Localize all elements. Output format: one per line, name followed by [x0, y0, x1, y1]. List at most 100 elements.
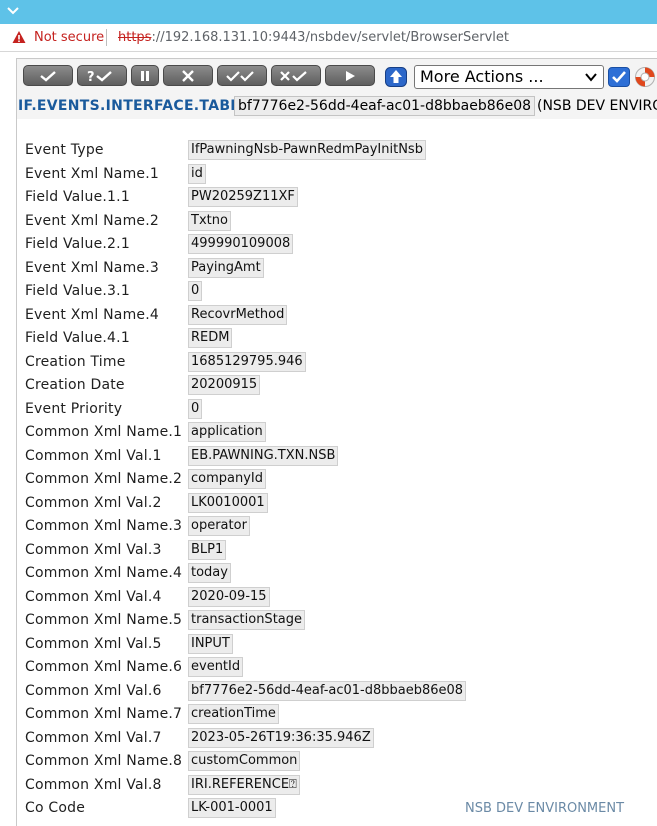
url-text[interactable]: https://192.168.131.10:9443/nsbdev/servl… — [118, 30, 509, 45]
field-value[interactable]: today — [188, 563, 231, 583]
field-value[interactable]: 499990109008 — [188, 234, 294, 254]
field-value[interactable]: 2023-05-26T19:36:35.946Z — [188, 727, 374, 748]
field-value[interactable]: INPUT — [188, 633, 233, 654]
field-label: Common Xml Name.2 — [25, 471, 183, 487]
field-value[interactable]: transactionStage — [188, 610, 306, 630]
field-row: Common Xml Name.4 today — [24, 562, 654, 584]
field-row: Common Xml Name.3 operator — [24, 515, 654, 537]
record-id[interactable]: bf7776e2-56dd-4eaf-ac01-d8bbaeb86e08 — [234, 96, 536, 116]
field-value[interactable]: 0 — [188, 398, 203, 419]
field-label: Common Xml Name.6 — [25, 659, 183, 675]
x-check-icon — [280, 70, 307, 82]
field-value[interactable]: IRI.REFERENCE⍰ — [188, 774, 300, 795]
field-row: Common Xml Name.7 creationTime — [24, 703, 654, 725]
field-row: Common Xml Name.8 customCommon — [24, 750, 654, 772]
field-value[interactable]: 20200915 — [188, 375, 261, 395]
next-button[interactable] — [325, 65, 375, 86]
field-row: Field Value.2.1 499990109008 — [24, 233, 654, 255]
field-value[interactable]: 1685129795.946 — [188, 351, 306, 372]
validate-button[interactable]: ? — [77, 65, 127, 86]
check-icon — [612, 71, 626, 83]
commit-button[interactable] — [23, 65, 73, 86]
record-page: ? More Actions ... IF.EVENTS.INTERFACE.T… — [16, 58, 657, 826]
field-label: Event Type — [25, 142, 104, 158]
address-bar[interactable]: Not secure https://192.168.131.10:9443/n… — [0, 24, 657, 52]
field-value[interactable]: 2020-09-15 — [188, 586, 270, 607]
field-value[interactable]: 0 — [188, 281, 203, 301]
warning-icon[interactable] — [12, 30, 26, 44]
field-label: Common Xml Val.2 — [25, 494, 162, 511]
field-label: Common Xml Name.4 — [25, 565, 183, 581]
field-row: Event Xml Name.4 RecovrMethod — [24, 304, 654, 326]
field-row: Common Xml Val.1 EB.PAWNING.TXN.NSB — [24, 445, 654, 467]
field-row: Field Value.1.1 PW20259Z11XF — [24, 186, 654, 208]
field-label: Common Xml Name.8 — [25, 753, 183, 769]
field-label: Field Value.4.1 — [25, 330, 130, 346]
field-label: Common Xml Name.3 — [25, 518, 183, 534]
field-value[interactable]: companyId — [188, 469, 267, 489]
field-value[interactable]: eventId — [188, 657, 244, 677]
field-value[interactable]: REDM — [188, 328, 233, 348]
field-label: Event Priority — [25, 400, 123, 417]
pause-icon — [141, 70, 149, 81]
field-value[interactable]: creationTime — [188, 704, 279, 724]
field-value[interactable]: Txtno — [188, 210, 231, 231]
field-value[interactable]: id — [188, 163, 206, 184]
field-value[interactable]: RecovrMethod — [188, 304, 288, 325]
field-label: Field Value.3.1 — [25, 283, 130, 299]
delete-button[interactable] — [163, 65, 213, 86]
field-value[interactable]: LK0010001 — [188, 492, 268, 513]
field-label: Event Xml Name.2 — [25, 212, 159, 229]
field-label: Common Xml Val.1 — [25, 447, 162, 464]
field-value[interactable]: PayingAmt — [188, 257, 264, 278]
field-row: Creation Date 20200915 — [24, 374, 654, 396]
field-label: Common Xml Val.5 — [25, 635, 162, 652]
field-value[interactable]: customCommon — [188, 751, 301, 771]
field-row: Common Xml Name.2 companyId — [24, 468, 654, 490]
field-row: Common Xml Val.7 2023-05-26T19:36:35.946Z — [24, 727, 654, 749]
help-lifebuoy-icon[interactable] — [634, 66, 656, 88]
arrow-up-icon[interactable] — [385, 67, 407, 87]
close-icon — [182, 69, 194, 82]
field-value[interactable]: operator — [188, 516, 250, 536]
field-label: Common Xml Val.7 — [25, 729, 162, 746]
field-value[interactable]: bf7776e2-56dd-4eaf-ac01-d8bbaeb86e08 — [188, 680, 467, 701]
field-row: Common Xml Name.1 application — [24, 421, 654, 443]
field-row: Common Xml Val.5 INPUT — [24, 633, 654, 655]
not-secure-label[interactable]: Not secure — [34, 30, 104, 45]
environment-label: (NSB DEV ENVIRO — [537, 98, 657, 114]
reverse-button[interactable] — [271, 65, 321, 86]
field-row: Event Priority 0 — [24, 398, 654, 420]
field-value[interactable]: LK-001-0001 — [188, 798, 276, 818]
field-label: Event Xml Name.3 — [25, 259, 159, 276]
field-label: Field Value.2.1 — [25, 236, 130, 252]
svg-text:?: ? — [87, 70, 95, 83]
table-name: IF.EVENTS.INTERFACE.TABLE — [18, 98, 250, 114]
field-label: Event Xml Name.1 — [25, 165, 159, 182]
field-value[interactable]: application — [188, 422, 266, 442]
authorise-button[interactable] — [217, 65, 267, 86]
field-value[interactable]: EB.PAWNING.TXN.NSB — [188, 445, 339, 466]
field-row: Common Xml Val.4 2020-09-15 — [24, 586, 654, 608]
field-row: Common Xml Val.2 LK0010001 — [24, 492, 654, 514]
field-row: Common Xml Val.3 BLP1 — [24, 539, 654, 561]
field-row: Common Xml Val.8 IRI.REFERENCE⍰ — [24, 774, 654, 796]
field-value[interactable]: IfPawningNsb-PawnRedmPayInitNsb — [188, 140, 426, 160]
more-actions-select[interactable]: More Actions ... — [414, 65, 604, 89]
field-label: Common Xml Name.1 — [25, 424, 183, 440]
field-row: Event Xml Name.2 Txtno — [24, 210, 654, 232]
check-icon — [40, 70, 56, 82]
double-check-icon — [226, 70, 254, 82]
chevron-down-icon[interactable] — [6, 4, 20, 18]
play-icon — [346, 70, 355, 81]
field-row: Common Xml Name.6 eventId — [24, 656, 654, 678]
field-label: Common Xml Val.6 — [25, 682, 162, 699]
field-label: Field Value.1.1 — [25, 189, 130, 205]
hold-button[interactable] — [131, 65, 159, 86]
field-value[interactable]: BLP1 — [188, 539, 227, 560]
field-value[interactable]: PW20259Z11XF — [188, 187, 298, 207]
toolbar-area: ? More Actions ... IF.EVENTS.INTERFACE.T… — [17, 59, 657, 119]
field-row: Field Value.3.1 0 — [24, 280, 654, 302]
browser-titlebar — [0, 0, 657, 24]
go-button[interactable] — [608, 67, 630, 87]
